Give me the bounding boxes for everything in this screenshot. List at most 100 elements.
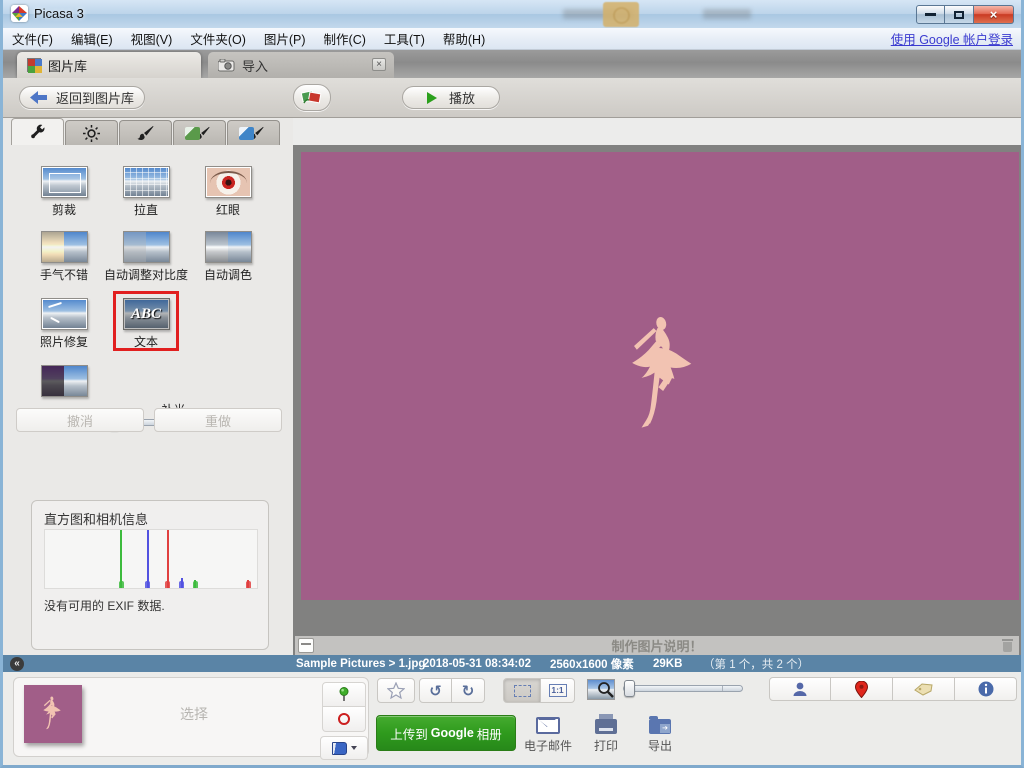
close-button[interactable]: ×: [974, 5, 1014, 24]
fill-light-preview: [41, 365, 88, 397]
redo-button[interactable]: 重做: [154, 408, 282, 432]
caption-delete-icon[interactable]: [1002, 639, 1013, 652]
tab-basic-fixes[interactable]: [11, 118, 64, 145]
tag-icon: [914, 683, 933, 696]
dropdown-arrow-icon: [351, 746, 357, 750]
picasa-window: Picasa 3 × 文件(F) 编辑(E) 视图(V) 文件夹(O) 图片(P…: [0, 0, 1024, 768]
auto-contrast-thumbnail: [123, 231, 170, 263]
places-button[interactable]: [831, 677, 893, 701]
menu-folder[interactable]: 文件夹(O): [181, 26, 255, 51]
rotate-right-button[interactable]: ↻: [452, 678, 485, 703]
status-photo-count: （第 1 个，共 2 个）: [703, 656, 809, 672]
tab-effects-3[interactable]: [227, 120, 280, 145]
histogram-plot: [44, 529, 258, 589]
blue-effect-chip: [239, 127, 254, 140]
people-button[interactable]: [769, 677, 831, 701]
menu-file[interactable]: 文件(F): [3, 26, 62, 51]
tool-retouch[interactable]: 照片修复: [21, 298, 107, 350]
close-import-tab-icon[interactable]: ×: [372, 58, 386, 71]
caption-menu-icon[interactable]: [298, 638, 314, 653]
zoom-slider-track[interactable]: [623, 685, 743, 692]
properties-button[interactable]: [955, 677, 1017, 701]
brush-icon: [137, 125, 154, 142]
tab-effects-2[interactable]: [173, 120, 226, 145]
tool-crop[interactable]: 剪裁: [21, 166, 107, 218]
redeye-thumbnail: [205, 166, 252, 198]
text-tool-highlight-box: [113, 291, 179, 351]
play-icon: [427, 92, 437, 104]
map-pin-icon: [855, 681, 868, 698]
menu-view[interactable]: 视图(V): [122, 26, 182, 51]
tray-thumbnail[interactable]: [24, 685, 82, 743]
bottom-panel: 选择 ↺ ↻ 1:1: [3, 672, 1021, 765]
tool-straighten[interactable]: 拉直: [103, 166, 189, 218]
collapse-tray-button[interactable]: «: [10, 657, 24, 671]
collage-icon: [301, 89, 323, 107]
zoom-actual-button[interactable]: 1:1: [541, 678, 575, 703]
back-arrow-icon: [30, 91, 48, 104]
zoom-fit-button[interactable]: [503, 678, 541, 703]
caption-placeholder[interactable]: 制作图片说明！: [611, 636, 702, 655]
histogram-panel: 直方图和相机信息 没有可用的 EXIF 数据.: [31, 500, 269, 650]
menu-picture[interactable]: 图片(P): [255, 26, 315, 51]
google-login-link[interactable]: 使用 Google 帐户登录: [891, 29, 1013, 48]
menu-edit[interactable]: 编辑(E): [62, 26, 122, 51]
straighten-thumbnail: [123, 166, 170, 198]
upload-to-google-button[interactable]: 上传到 Google 相册: [376, 715, 516, 751]
zoom-preview-icon[interactable]: [587, 679, 615, 700]
play-button[interactable]: 播放: [402, 86, 500, 109]
clear-selection-button[interactable]: [322, 707, 366, 732]
title-bar: Picasa 3 ×: [0, 0, 1024, 28]
status-bar: « Sample Pictures > 1.jpg 2018-05-31 08:…: [3, 655, 1021, 672]
minimize-button[interactable]: [916, 5, 945, 24]
star-icon: [387, 682, 405, 699]
status-filesize: 29KB: [653, 658, 682, 670]
collage-button[interactable]: [293, 84, 331, 111]
retouch-thumbnail: [41, 298, 88, 330]
menu-create[interactable]: 制作(C): [315, 26, 375, 51]
crop-thumbnail: [41, 166, 88, 198]
status-datetime: 2018-05-31 08:34:02: [423, 658, 531, 670]
undo-button[interactable]: 撤消: [16, 408, 144, 432]
no-exif-text: 没有可用的 EXIF 数据.: [44, 597, 165, 614]
edit-panel-tabs: [3, 118, 293, 145]
status-dimensions: 2560x1600 像素: [550, 656, 634, 672]
caption-bar[interactable]: 制作图片说明！: [295, 636, 1019, 655]
person-icon: [792, 681, 808, 697]
tool-auto-color[interactable]: 自动调色: [185, 231, 271, 283]
photo-image[interactable]: [301, 152, 1019, 600]
ballerina-silhouette: [626, 315, 704, 437]
photo-canvas: 制作图片说明！: [293, 145, 1021, 655]
info-icon: [978, 681, 994, 697]
background-artifact: [603, 2, 639, 27]
menu-tools[interactable]: 工具(T): [375, 26, 434, 51]
top-toolbar: 返回到图片库 播放: [3, 78, 1021, 118]
one-to-one-icon: 1:1: [549, 684, 567, 697]
back-to-library-button[interactable]: 返回到图片库: [19, 86, 145, 109]
tab-library[interactable]: 图片库: [17, 52, 201, 78]
picasa-logo-icon: [11, 5, 28, 22]
export-button[interactable]: 导出: [631, 712, 689, 754]
star-button[interactable]: [377, 678, 415, 703]
tool-redeye[interactable]: 红眼: [185, 166, 271, 218]
tab-import[interactable]: 导入 ×: [208, 52, 394, 78]
tab-tuning[interactable]: [65, 120, 118, 145]
envelope-icon: [536, 717, 560, 734]
export-folder-icon: [649, 719, 671, 734]
tags-button[interactable]: [893, 677, 955, 701]
ballerina-silhouette-small: [42, 696, 64, 732]
rotate-left-button[interactable]: ↺: [419, 678, 452, 703]
maximize-button[interactable]: [945, 5, 974, 24]
print-button[interactable]: 打印: [577, 712, 635, 754]
menu-help[interactable]: 帮助(H): [434, 26, 494, 51]
rotate-ccw-icon: ↺: [429, 682, 442, 700]
tool-auto-contrast[interactable]: 自动调整对比度: [103, 231, 189, 283]
hold-selection-button[interactable]: [322, 682, 366, 707]
tool-im-feeling-lucky[interactable]: 手气不错: [21, 231, 107, 283]
add-to-album-button[interactable]: [320, 736, 368, 760]
background-artifact: [703, 9, 751, 19]
tab-effects-1[interactable]: [119, 120, 172, 145]
email-button[interactable]: 电子邮件: [519, 712, 577, 754]
clear-icon: [338, 713, 350, 725]
zoom-slider-handle[interactable]: [624, 680, 635, 697]
